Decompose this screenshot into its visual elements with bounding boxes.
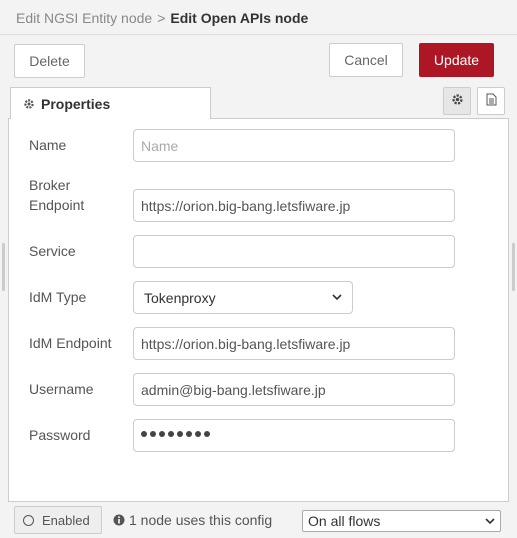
breadcrumb-separator: > [157, 10, 166, 26]
chevron-down-icon [332, 294, 342, 301]
password-dot [195, 431, 201, 437]
scope-select[interactable]: On all flows [302, 510, 501, 532]
breadcrumb: Edit NGSI Entity node > Edit Open APIs nod… [16, 10, 308, 26]
tab-info[interactable] [477, 87, 505, 115]
idm-endpoint-input[interactable] [133, 327, 455, 360]
idm-type-label: IdM Type [29, 289, 87, 305]
name-input[interactable] [133, 129, 455, 162]
broker-endpoint-label-line2: Endpoint [29, 197, 85, 213]
tab-bar: Properties [8, 86, 509, 119]
tab-properties[interactable]: Properties [10, 87, 211, 119]
broker-endpoint-label: Broker Endpoint [29, 175, 84, 215]
tray-toolbar: Delete Cancel Update [0, 36, 517, 85]
right-resize-handle[interactable] [512, 243, 515, 291]
info-circle-icon [113, 514, 125, 526]
password-dot [168, 431, 174, 437]
tray-footer: Enabled 1 node uses this config On all f… [8, 503, 509, 538]
update-button[interactable]: Update [419, 43, 494, 77]
enabled-label: Enabled [42, 512, 90, 528]
username-label: Username [29, 381, 94, 397]
username-input[interactable] [133, 373, 455, 406]
password-dot [150, 431, 156, 437]
service-label: Service [29, 243, 76, 259]
scope-value: On all flows [308, 513, 381, 529]
idm-type-value: Tokenproxy [144, 289, 216, 306]
chevron-down-icon [485, 517, 495, 525]
properties-panel: Name Broker Endpoint Service IdM Type To… [8, 119, 509, 502]
password-mask [141, 431, 210, 437]
delete-button[interactable]: Delete [14, 44, 85, 78]
left-resize-handle[interactable] [2, 243, 5, 291]
broker-endpoint-input[interactable] [133, 189, 455, 222]
cancel-button[interactable]: Cancel [329, 43, 403, 77]
password-dot [186, 431, 192, 437]
password-label: Password [29, 427, 91, 443]
gear-icon [451, 93, 464, 109]
tab-properties-label: Properties [41, 95, 111, 112]
breadcrumb-current: Edit Open APIs node [170, 10, 309, 26]
gear-icon [23, 98, 35, 110]
idm-endpoint-label: IdM Endpoint [29, 335, 112, 351]
circle-icon [23, 514, 34, 526]
document-icon [486, 93, 497, 109]
password-dot [177, 431, 183, 437]
breadcrumb-previous[interactable]: Edit NGSI Entity node [16, 10, 152, 26]
broker-endpoint-label-line1: Broker [29, 177, 71, 193]
enabled-toggle[interactable]: Enabled [14, 506, 102, 534]
service-input[interactable] [133, 235, 455, 268]
password-dot [141, 431, 147, 437]
idm-type-select[interactable]: Tokenproxy [133, 281, 353, 314]
name-label: Name [29, 137, 67, 153]
usage-info: 1 node uses this config [113, 512, 272, 528]
password-dot [159, 431, 165, 437]
tab-settings[interactable] [443, 87, 471, 115]
tray-header: Edit NGSI Entity node > Edit Open APIs nod… [0, 0, 517, 35]
password-dot [204, 431, 210, 437]
usage-text: 1 node uses this config [129, 512, 273, 528]
